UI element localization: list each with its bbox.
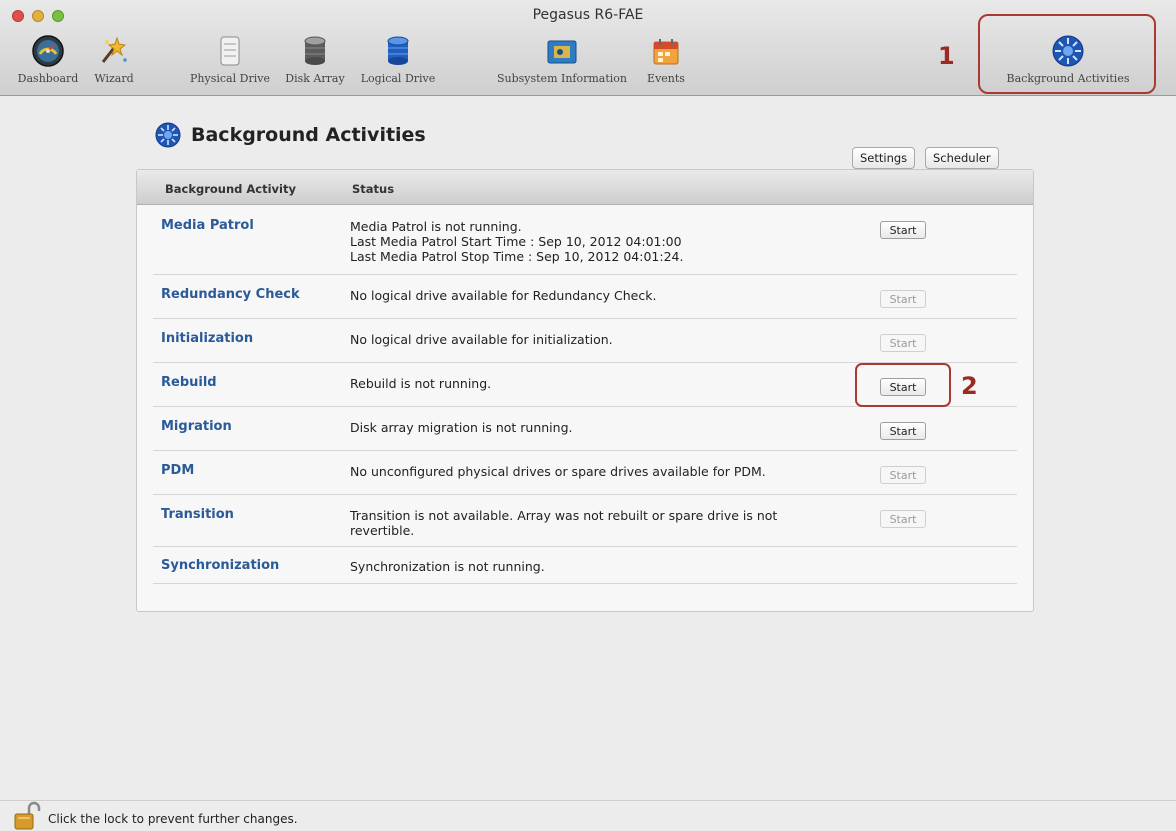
toolbar-item-wizard[interactable]: Wizard [88,34,140,92]
lock-bar: Click the lock to prevent further change… [0,800,1176,831]
table-row: PDM No unconfigured physical drives or s… [153,451,1017,495]
toolbar-item-subsystem-information[interactable]: Subsystem Information [488,34,636,92]
table-row: Media Patrol Media Patrol is not running… [153,206,1017,275]
toolbar-item-disk-array[interactable]: Disk Array [282,34,348,92]
toolbar-item-background-activities[interactable]: Background Activities [994,34,1142,92]
start-button-pdm: Start [880,466,926,484]
activity-name-synchronization[interactable]: Synchronization [161,558,279,573]
status-line: Last Media Patrol Stop Time : Sep 10, 20… [350,249,684,264]
window-toolbar: Pegasus R6-FAE Dashboard Wizard Physical… [0,0,1176,96]
toolbar-item-logical-drive[interactable]: Logical Drive [356,34,440,92]
table-header: Background Activity Status [137,170,1033,205]
toolbar-label-logical-drive: Logical Drive [360,72,436,85]
start-button-transition: Start [880,510,926,528]
page-header: Background Activities [155,122,426,148]
rebuild-start-highlight [855,363,951,407]
status-media-patrol: Media Patrol is not running. Last Media … [350,219,830,264]
scheduler-button[interactable]: Scheduler [925,147,999,169]
start-button-migration[interactable]: Start [880,422,926,440]
column-header-activity: Background Activity [165,182,296,196]
activity-name-media-patrol[interactable]: Media Patrol [161,218,254,233]
status-synchronization: Synchronization is not running. [350,559,545,574]
dashboard-icon [32,35,64,67]
lock-message: Click the lock to prevent further change… [48,812,298,826]
start-button-redundancy-check: Start [880,290,926,308]
page-title: Background Activities [191,124,426,146]
events-icon [653,39,679,65]
table-row: Migration Disk array migration is not ru… [153,407,1017,451]
status-line: Transition is not available. Array was n… [350,508,778,523]
toolbar-item-physical-drive[interactable]: Physical Drive [186,34,274,92]
table-row: Initialization No logical drive availabl… [153,319,1017,363]
wizard-icon [101,36,127,63]
status-line: Last Media Patrol Start Time : Sep 10, 2… [350,234,682,249]
status-pdm: No unconfigured physical drives or spare… [350,464,766,479]
start-button-initialization: Start [880,334,926,352]
toolbar-item-events[interactable]: Events [640,34,692,92]
toolbar-label-events: Events [647,72,685,85]
column-header-status: Status [352,182,395,196]
status-transition: Transition is not available. Array was n… [350,508,830,538]
status-line: Media Patrol is not running. [350,219,522,234]
status-redundancy-check: No logical drive available for Redundanc… [350,288,657,303]
activity-name-rebuild[interactable]: Rebuild [161,375,217,390]
annotation-2: 2 [961,372,978,400]
logical-drive-icon [387,36,409,65]
status-rebuild: Rebuild is not running. [350,376,492,391]
unlocked-lock-icon[interactable] [12,801,42,831]
background-activities-icon [1052,35,1084,67]
activity-name-redundancy-check[interactable]: Redundancy Check [161,287,300,302]
toolbar-item-dashboard[interactable]: Dashboard [14,34,82,92]
annotation-1: 1 [938,42,955,70]
subsystem-information-icon [547,40,577,64]
toolbar-label-wizard: Wizard [94,72,134,85]
status-initialization: No logical drive available for initializ… [350,332,613,347]
activity-name-migration[interactable]: Migration [161,419,232,434]
settings-button[interactable]: Settings [852,147,916,169]
physical-drive-icon [220,36,240,66]
activity-name-initialization[interactable]: Initialization [161,331,253,346]
background-activities-title-icon [155,122,181,148]
activity-name-pdm[interactable]: PDM [161,463,194,478]
toolbar-label-subsystem-information: Subsystem Information [496,72,628,85]
table-row: Synchronization Synchronization is not r… [153,547,1017,584]
table-row: Redundancy Check No logical drive availa… [153,275,1017,319]
toolbar-label-background-activities: Background Activities [1006,72,1130,85]
status-line: revertible. [350,523,415,538]
toolbar-label-disk-array: Disk Array [285,72,345,85]
start-button-media-patrol[interactable]: Start [880,221,926,239]
toolbar-label-dashboard: Dashboard [17,72,79,85]
disk-array-icon [304,36,326,65]
status-migration: Disk array migration is not running. [350,420,573,435]
activity-name-transition[interactable]: Transition [161,507,234,522]
toolbar-label-physical-drive: Physical Drive [190,72,270,85]
table-row: Transition Transition is not available. … [153,495,1017,547]
